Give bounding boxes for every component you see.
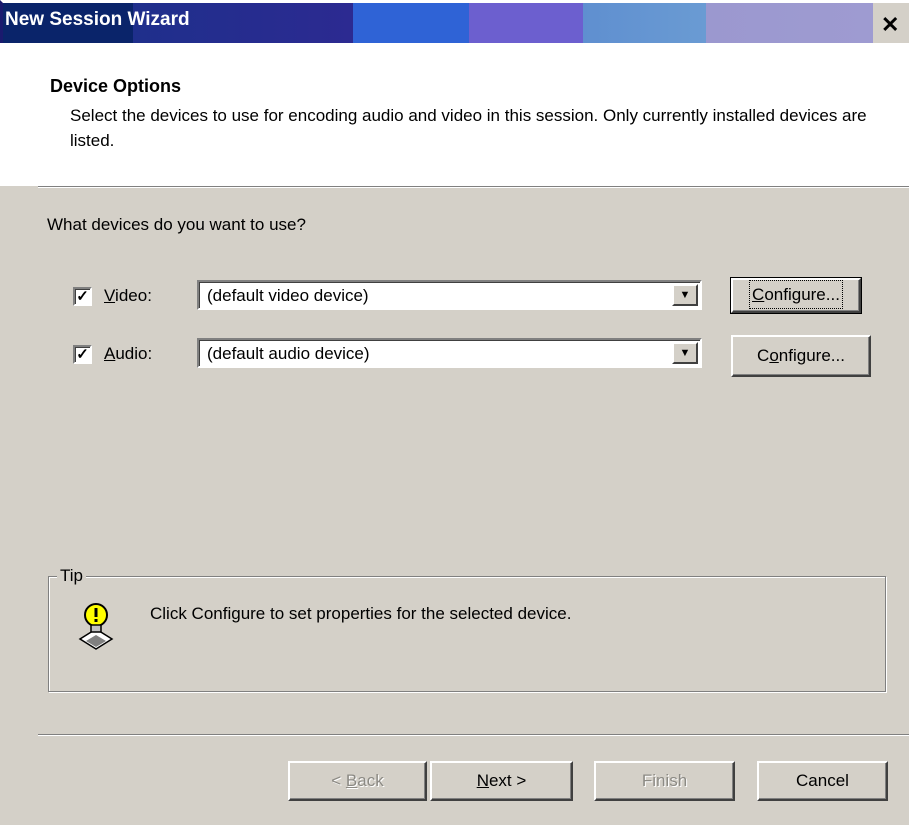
finish-button[interactable]: Finish [594, 761, 735, 801]
audio-label: Audio: [104, 344, 153, 363]
close-button[interactable]: ✕ [881, 11, 909, 39]
chevron-down-icon[interactable]: ▼ [672, 284, 698, 306]
next-button[interactable]: Next > [430, 761, 573, 801]
video-device-select[interactable]: (default video device) ▼ [197, 280, 702, 310]
video-device-value: (default video device) [207, 286, 369, 305]
audio-checkbox[interactable]: ✓ [73, 345, 92, 364]
audio-device-select[interactable]: (default audio device) ▼ [197, 338, 702, 368]
video-configure-button[interactable]: Configure... [730, 277, 862, 314]
audio-device-value: (default audio device) [207, 344, 370, 363]
cancel-button[interactable]: Cancel [757, 761, 888, 801]
video-label: Video: [104, 286, 152, 305]
back-button[interactable]: < Back [288, 761, 427, 801]
footer-separator [38, 734, 909, 736]
tip-text: Click Configure to set properties for th… [150, 604, 572, 623]
devices-question: What devices do you want to use? [47, 215, 306, 234]
tip-groupbox [48, 576, 886, 692]
lightbulb-icon [78, 603, 114, 650]
chevron-down-icon[interactable]: ▼ [672, 342, 698, 364]
wizard-header: Device Options Select the devices to use… [0, 43, 909, 186]
checkmark-icon: ✓ [76, 346, 89, 363]
window-title: New Session Wizard [5, 9, 190, 30]
checkmark-icon: ✓ [76, 288, 89, 305]
video-checkbox[interactable]: ✓ [73, 287, 92, 306]
audio-configure-button[interactable]: Configure... [731, 335, 871, 377]
tip-label: Tip [57, 566, 86, 586]
page-title: Device Options [50, 76, 182, 96]
title-bar[interactable]: New Session Wizard ✕ [0, 0, 909, 43]
page-description: Select the devices to use for encoding a… [70, 106, 867, 150]
header-separator [38, 186, 909, 188]
